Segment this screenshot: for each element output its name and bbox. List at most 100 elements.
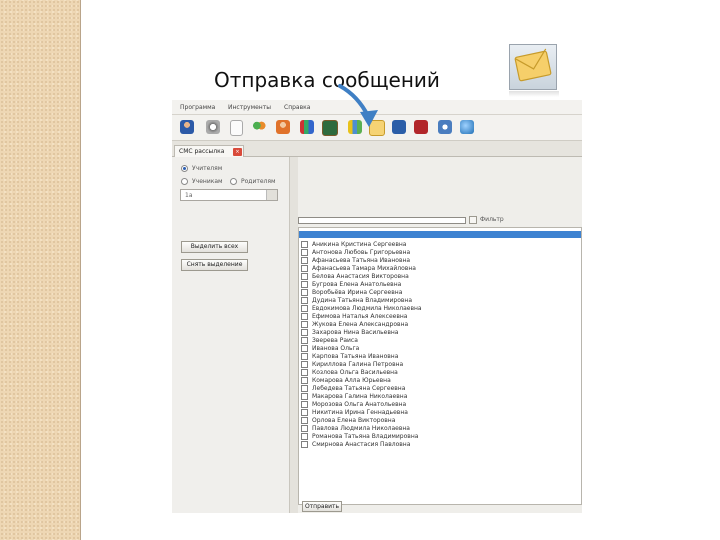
list-item[interactable]: Антонова Любовь Григорьевна xyxy=(301,249,571,257)
app-window: Программа Инструменты Справка СМС рассыл… xyxy=(172,100,582,513)
list-item[interactable]: Афанасьева Татьяна Ивановна xyxy=(301,257,571,265)
envelope-graphic xyxy=(514,48,552,82)
class-select-value: 1а xyxy=(185,192,193,199)
list-item[interactable]: Романова Татьяна Владимировна xyxy=(301,433,571,441)
list-item-checkbox[interactable] xyxy=(301,441,308,448)
list-item-checkbox[interactable] xyxy=(301,433,308,440)
menu-tools[interactable]: Инструменты xyxy=(228,104,271,111)
radio-students[interactable] xyxy=(181,178,188,185)
list-item-label: Дудина Татьяна Владимировна xyxy=(312,297,412,304)
list-item[interactable]: Воробьёва Ирина Сергеевна xyxy=(301,289,571,297)
list-item-label: Павлова Людмила Николаевна xyxy=(312,425,410,432)
list-item-checkbox[interactable] xyxy=(301,329,308,336)
radio-teachers[interactable] xyxy=(181,165,188,172)
envelope-icon[interactable] xyxy=(369,120,385,136)
book-blue-icon[interactable] xyxy=(392,120,406,134)
toolbar xyxy=(172,115,582,141)
list-item-checkbox[interactable] xyxy=(301,313,308,320)
deselect-button[interactable]: Снять выделение xyxy=(181,259,248,271)
list-item-label: Бугрова Елена Анатольевна xyxy=(312,281,402,288)
list-item-label: Захарова Нина Васильевна xyxy=(312,329,399,336)
list-item[interactable]: Жукова Елена Александровна xyxy=(301,321,571,329)
list-item-checkbox[interactable] xyxy=(301,401,308,408)
list-item[interactable]: Карпова Татьяна Ивановна xyxy=(301,353,571,361)
person-icon[interactable] xyxy=(276,120,290,134)
radio-parents-label: Родителям xyxy=(241,178,276,185)
document-icon[interactable] xyxy=(230,120,243,136)
list-item[interactable]: Дудина Татьяна Владимировна xyxy=(301,297,571,305)
list-item-checkbox[interactable] xyxy=(301,337,308,344)
list-item[interactable]: Лебедева Татьяна Сергеевна xyxy=(301,385,571,393)
list-item[interactable]: Макарова Галина Николаевна xyxy=(301,393,571,401)
list-item-checkbox[interactable] xyxy=(301,321,308,328)
network-icon[interactable] xyxy=(438,120,452,134)
list-item[interactable]: Зверева Раиса xyxy=(301,337,571,345)
list-item[interactable]: Морозова Ольга Анатольевна xyxy=(301,401,571,409)
menu-help[interactable]: Справка xyxy=(284,104,310,111)
book-red-icon[interactable] xyxy=(414,120,428,134)
list-item-checkbox[interactable] xyxy=(301,361,308,368)
list-item-checkbox[interactable] xyxy=(301,305,308,312)
chevron-down-icon[interactable] xyxy=(266,190,277,200)
tab-strip: СМС рассылка × xyxy=(172,141,582,157)
list-item-checkbox[interactable] xyxy=(301,241,308,248)
filter-input[interactable] xyxy=(298,217,466,224)
send-button[interactable]: Отправить xyxy=(302,501,342,512)
list-item-checkbox[interactable] xyxy=(301,273,308,280)
list-item-checkbox[interactable] xyxy=(301,345,308,352)
group-icon[interactable] xyxy=(252,120,266,134)
list-item-checkbox[interactable] xyxy=(301,265,308,272)
radio-parents[interactable] xyxy=(230,178,237,185)
list-item-checkbox[interactable] xyxy=(301,393,308,400)
list-item[interactable]: Афанасьева Тамара Михайловна xyxy=(301,265,571,273)
list-item[interactable]: Козлова Ольга Васильевна xyxy=(301,369,571,377)
list-item-checkbox[interactable] xyxy=(301,425,308,432)
list-item[interactable]: Никитина Ирина Геннадьевна xyxy=(301,409,571,417)
list-item-checkbox[interactable] xyxy=(301,369,308,376)
list-item[interactable]: Смирнова Анастасия Павловна xyxy=(301,441,571,449)
list-item-label: Жукова Елена Александровна xyxy=(312,321,409,328)
list-item-checkbox[interactable] xyxy=(301,417,308,424)
side-divider xyxy=(80,0,81,540)
list-item-checkbox[interactable] xyxy=(301,289,308,296)
list-item[interactable]: Евдокимова Людмила Николаевна xyxy=(301,305,571,313)
list-item[interactable]: Павлова Людмила Николаевна xyxy=(301,425,571,433)
list-item[interactable]: Захарова Нина Васильевна xyxy=(301,329,571,337)
list-item-checkbox[interactable] xyxy=(301,409,308,416)
list-item[interactable]: Аникина Кристина Сергеевна xyxy=(301,241,571,249)
list-header-selected[interactable] xyxy=(299,231,581,238)
list-item[interactable]: Иванова Ольга xyxy=(301,345,571,353)
globe-icon[interactable] xyxy=(460,120,474,134)
list-item[interactable]: Ефимова Наталья Алексеевна xyxy=(301,313,571,321)
list-item[interactable]: Комарова Алла Юрьевна xyxy=(301,377,571,385)
list-item-checkbox[interactable] xyxy=(301,385,308,392)
books-icon[interactable] xyxy=(300,120,314,134)
list-item-checkbox[interactable] xyxy=(301,281,308,288)
list-item-label: Карпова Татьяна Ивановна xyxy=(312,353,399,360)
menu-program[interactable]: Программа xyxy=(180,104,215,111)
radio-teachers-label: Учителям xyxy=(192,165,223,172)
radio-students-label: Ученикам xyxy=(192,178,223,185)
list-item[interactable]: Бугрова Елена Анатольевна xyxy=(301,281,571,289)
class-select[interactable]: 1а xyxy=(180,189,278,201)
list-item-checkbox[interactable] xyxy=(301,353,308,360)
list-item-checkbox[interactable] xyxy=(301,249,308,256)
list-item[interactable]: Орлова Елена Викторовна xyxy=(301,417,571,425)
close-icon[interactable]: × xyxy=(233,148,242,156)
clock-icon[interactable] xyxy=(206,120,220,134)
list-item-checkbox[interactable] xyxy=(301,297,308,304)
list-item[interactable]: Белова Анастасия Викторовна xyxy=(301,273,571,281)
list-item-label: Воробьёва Ирина Сергеевна xyxy=(312,289,403,296)
list-item-label: Белова Анастасия Викторовна xyxy=(312,273,409,280)
list-item-checkbox[interactable] xyxy=(301,377,308,384)
filter-checkbox[interactable] xyxy=(469,216,477,224)
envelope-icon xyxy=(509,44,559,97)
list-item[interactable]: Кириллова Галина Петровна xyxy=(301,361,571,369)
list-item-checkbox[interactable] xyxy=(301,257,308,264)
chalkboard-icon[interactable] xyxy=(322,120,338,136)
chart-icon[interactable] xyxy=(348,120,362,134)
select-all-button[interactable]: Выделить всех xyxy=(181,241,248,253)
list-item-label: Орлова Елена Викторовна xyxy=(312,417,396,424)
tab-sms-mailing[interactable]: СМС рассылка × xyxy=(174,145,244,157)
user-icon[interactable] xyxy=(180,120,194,134)
